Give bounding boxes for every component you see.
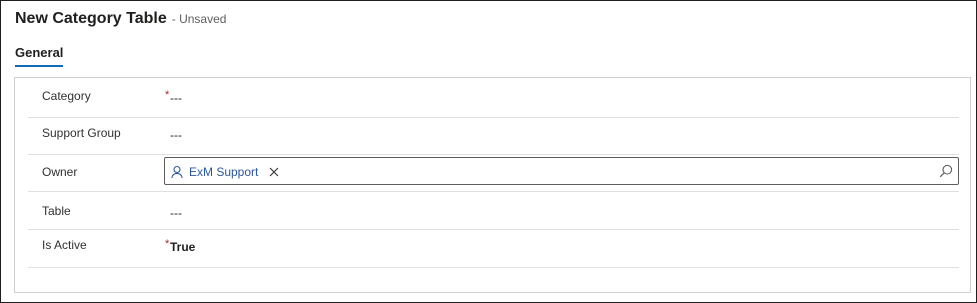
- page-title: New Category Table: [15, 10, 167, 27]
- table-label: Table: [42, 204, 71, 218]
- field-row-support-group: Support Group ---: [28, 118, 959, 155]
- field-row-category: Category * ---: [28, 78, 959, 118]
- owner-label: Owner: [42, 165, 78, 179]
- person-icon: [171, 165, 183, 179]
- owner-tag-label: ExM Support: [189, 165, 259, 179]
- support-group-field[interactable]: ---: [170, 128, 182, 142]
- category-label: Category: [42, 89, 91, 103]
- general-section: Category * --- Support Group --- Owner *…: [14, 77, 971, 293]
- category-field[interactable]: ---: [170, 91, 182, 105]
- save-status: - Unsaved: [171, 12, 227, 26]
- field-row-owner: Owner * ExM Support: [28, 155, 959, 192]
- required-marker: *: [165, 238, 170, 250]
- form-window: New Category Table - Unsaved General Cat…: [0, 0, 977, 303]
- field-row-is-active: Is Active * True: [28, 230, 959, 268]
- close-icon[interactable]: [269, 167, 279, 177]
- is-active-label: Is Active: [42, 238, 87, 252]
- required-marker: *: [165, 89, 170, 101]
- owner-lookup-field[interactable]: ExM Support: [164, 157, 959, 185]
- tab-general[interactable]: General: [15, 45, 64, 67]
- field-row-table: Table ---: [28, 192, 959, 230]
- search-icon[interactable]: [939, 164, 953, 178]
- support-group-label: Support Group: [42, 126, 121, 140]
- is-active-field[interactable]: True: [170, 240, 195, 254]
- owner-tag[interactable]: ExM Support: [170, 162, 279, 182]
- form-header: New Category Table - Unsaved: [15, 10, 226, 32]
- table-field[interactable]: ---: [170, 206, 182, 220]
